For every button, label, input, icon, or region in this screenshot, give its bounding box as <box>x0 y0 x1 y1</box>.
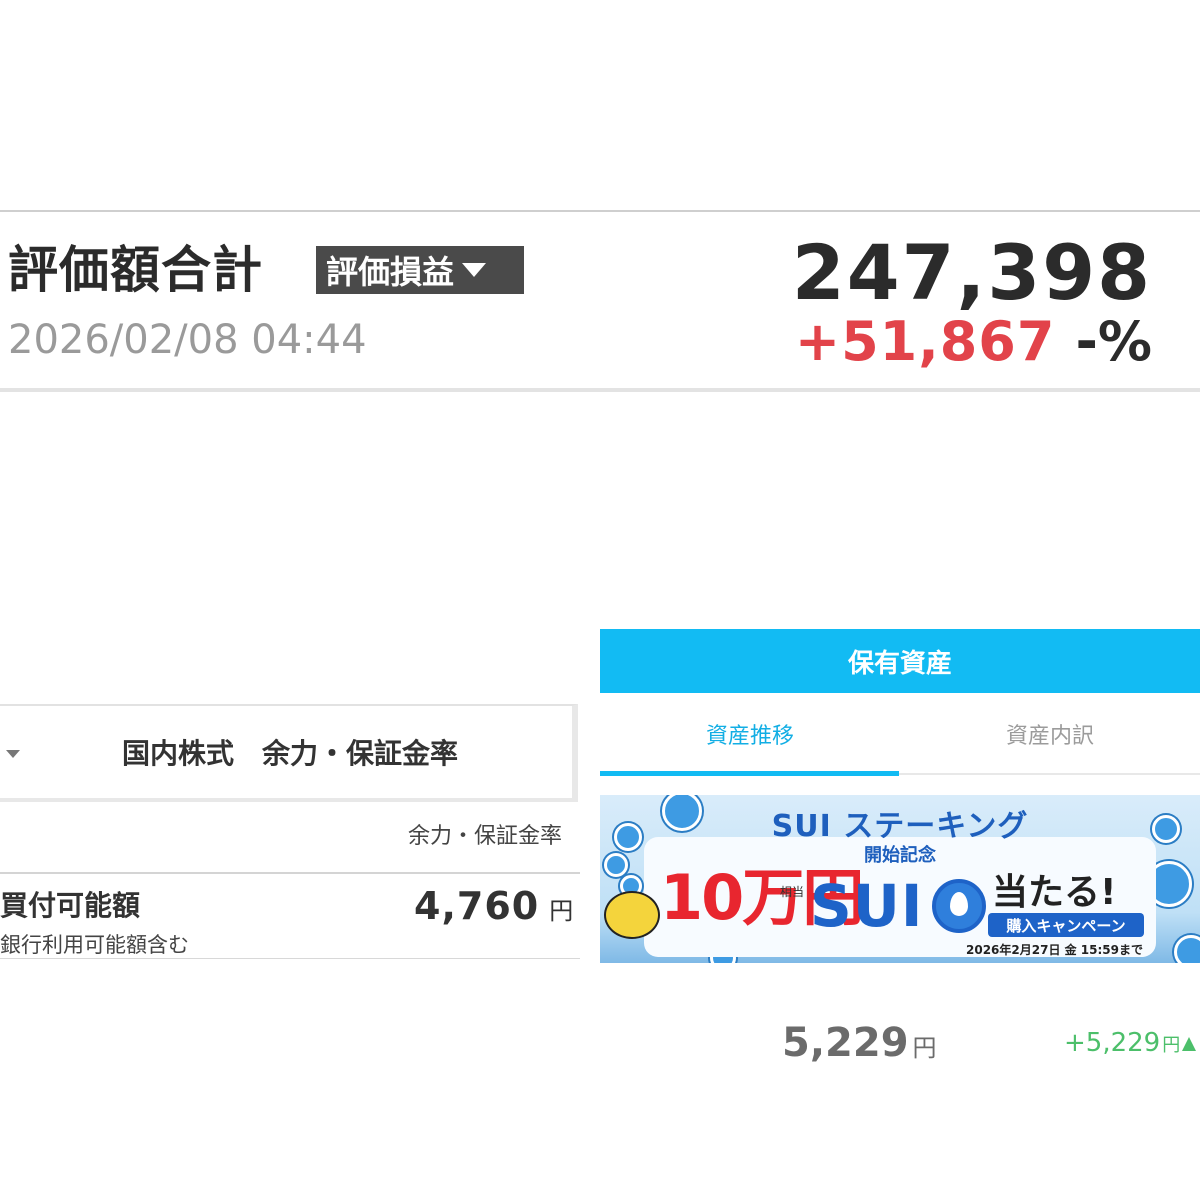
tab-bar-underline <box>899 773 1200 775</box>
buying-power-value-row: 4,760 円 <box>414 882 573 935</box>
divider <box>0 958 580 959</box>
banner-deadline: 2026年2月27日 金 15:59まで <box>966 943 1144 957</box>
buying-power-value: 4,760 <box>414 884 540 928</box>
banner-coin-name: SUI <box>810 872 924 940</box>
sui-logo-icon <box>932 879 986 933</box>
valuation-total-amount: 247,398 <box>791 228 1152 317</box>
holdings-gain-row: +5,229 円 <box>1064 1028 1197 1058</box>
banner-win-text: 当たる! <box>992 872 1117 913</box>
campaign-banner[interactable]: SUI ステーキング 開始記念 10万円 相当 SUI 当たる! 購入キャンペー… <box>600 795 1200 963</box>
triangle-up-icon <box>1182 1037 1197 1051</box>
banner-title: SUI ステーキング <box>771 809 1029 844</box>
holdings-total-value: 5,229 <box>782 1020 909 1066</box>
banner-campaign-label: 購入キャンペーン <box>988 913 1144 937</box>
domestic-stock-title: 国内株式 余力・保証金率 <box>122 737 459 770</box>
holdings-total-unit: 円 <box>912 1034 937 1062</box>
chevron-down-icon[interactable] <box>6 750 20 758</box>
domestic-stock-header[interactable]: 国内株式 余力・保証金率 <box>0 704 578 802</box>
domestic-stock-panel: 国内株式 余力・保証金率 余力・保証金率 買付可能額 4,760 円 銀行利用可… <box>0 704 580 964</box>
valuation-mode-dropdown[interactable]: 評価損益 <box>316 246 524 294</box>
valuation-datetime: 2026/02/08 04:44 <box>8 317 367 363</box>
piggy-bank-icon <box>604 891 660 939</box>
triangle-down-icon <box>462 263 487 277</box>
holdings-gain-unit: 円 <box>1162 1035 1181 1056</box>
valuation-mode-label: 評価損益 <box>326 253 455 291</box>
buying-power-note: 銀行利用可能額含む <box>0 933 189 957</box>
valuation-summary-card: 評価額合計 評価損益 2026/02/08 04:44 247,398 +51,… <box>0 210 1200 392</box>
active-tab-indicator <box>600 771 899 776</box>
buying-power-unit: 円 <box>549 897 574 925</box>
holdings-gain-value: +5,229 <box>1064 1028 1161 1058</box>
valuation-change-amount: +51,867 <box>794 310 1056 373</box>
sui-coin-icon <box>1174 935 1200 963</box>
valuation-change-row: +51,867 -% <box>795 310 1152 374</box>
buying-power-label: 買付可能額 <box>0 889 141 922</box>
banner-prize-equiv: 相当 <box>780 885 805 899</box>
tab-asset-breakdown[interactable]: 資産内訳 <box>900 693 1200 775</box>
water-drop-icon <box>950 892 968 916</box>
holdings-total-row: 5,229 円 <box>782 1020 937 1066</box>
holdings-tab-bar: 資産推移 資産内訳 <box>600 693 1200 777</box>
divider <box>0 872 580 874</box>
stock-column-header: 余力・保証金率 <box>408 824 563 849</box>
valuation-title: 評価額合計 <box>8 241 263 299</box>
holdings-header: 保有資産 <box>600 629 1200 693</box>
valuation-change-percent: -% <box>1075 310 1152 373</box>
tab-asset-trend[interactable]: 資産推移 <box>600 693 900 775</box>
